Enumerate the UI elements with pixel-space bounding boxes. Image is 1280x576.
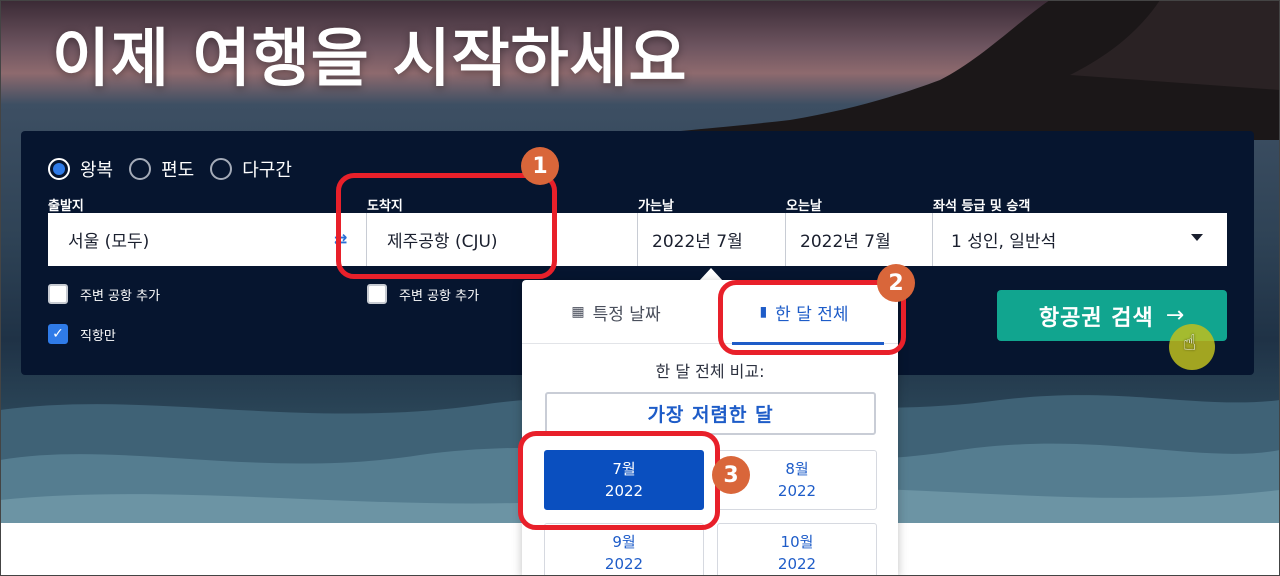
field-divider [637,213,638,266]
cabin-label: 좌석 등급 및 승객 [933,199,1031,214]
nearby-destination-checkbox[interactable]: 주변 공항 추가 [367,284,479,304]
trip-type-label: 왕복 [80,160,114,181]
origin-field[interactable]: 서울 (모두) [48,213,366,266]
checkbox-icon[interactable] [367,284,387,304]
callout-destination [336,173,557,279]
checkbox-label: 주변 공항 추가 [399,288,480,304]
radio-icon[interactable] [129,158,152,180]
step-badge-3: 3 [712,456,750,494]
month-label: 9월 [612,533,636,551]
trip-type-label: 다구간 [242,160,292,181]
search-button-label: 항공권 검색 [1038,305,1154,331]
depart-date-field[interactable]: 2022년 7월 [638,213,785,266]
callout-month-tab [718,280,906,355]
trip-type-roundtrip[interactable]: 왕복 [48,156,113,182]
origin-label: 출발지 [48,199,84,214]
cabin-value: 1 성인, 일반석 [951,232,1057,252]
trip-type-multicity[interactable]: 다구간 [210,156,292,182]
callout-july [518,431,720,530]
year-label: 2022 [777,482,817,500]
month-label: 10월 [780,533,814,551]
return-label: 오는날 [786,199,822,214]
tab-specific-date[interactable]: ▦ 특정 날짜 [522,280,710,344]
tab-label: 특정 날짜 [592,304,661,325]
step-badge-2: 2 [877,264,915,302]
trip-type-oneway[interactable]: 편도 [129,156,194,182]
arrow-right-icon: → [1165,303,1186,328]
depart-label: 가는날 [638,199,674,214]
direct-only-checkbox[interactable]: ✓ 직항만 [48,324,116,344]
radio-selected-icon[interactable] [48,158,70,180]
month-option-sep[interactable]: 9월 2022 [544,523,704,576]
trip-type-selector: 왕복 편도 다구간 [48,156,308,182]
calendar-icon: ▦ [571,304,585,320]
cheapest-month-button[interactable]: 가장 저렴한 달 [545,392,876,435]
checkbox-label: 직항만 [80,328,116,344]
checkbox-icon[interactable] [48,284,68,304]
origin-value: 서울 (모두) [68,232,150,252]
checkbox-label: 주변 공항 추가 [80,288,161,304]
step-badge-1: 1 [521,147,559,185]
field-divider [932,213,933,266]
return-date-field[interactable]: 2022년 7월 [786,213,932,266]
year-label: 2022 [777,555,817,573]
return-value: 2022년 7월 [800,232,891,252]
compare-label: 한 달 전체 비교: [655,362,765,381]
page-title: 이제 여행을 시작하세요 [52,22,688,95]
month-label: 8월 [785,460,809,478]
chevron-down-icon[interactable] [1191,234,1203,241]
field-divider [785,213,786,266]
nearby-origin-checkbox[interactable]: 주변 공항 추가 [48,284,160,304]
cliff-illustration [600,0,1280,140]
checkmark-icon[interactable]: ✓ [48,324,68,344]
depart-value: 2022년 7월 [652,232,743,252]
trip-type-label: 편도 [161,160,195,181]
month-option-oct[interactable]: 10월 2022 [717,523,877,576]
hand-cursor-icon: ☝ [1183,331,1197,356]
cabin-passenger-field[interactable]: 1 성인, 일반석 [933,213,1227,266]
year-label: 2022 [604,555,644,573]
radio-icon[interactable] [210,158,233,180]
